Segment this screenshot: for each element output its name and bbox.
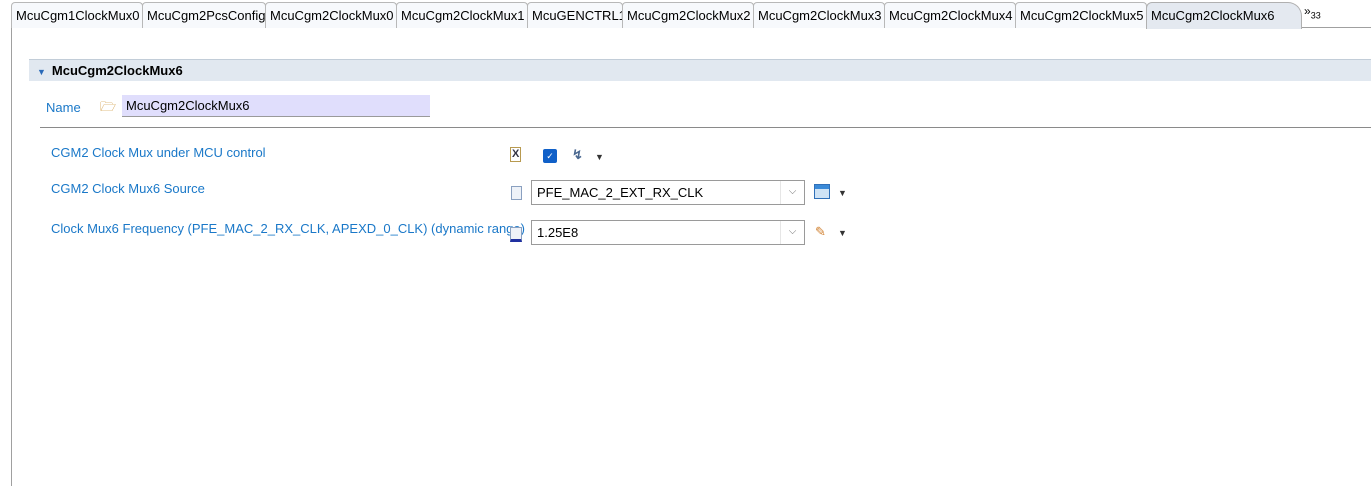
tab-mcucgm2clockmux1[interactable]: McuCgm2ClockMux1 xyxy=(396,2,528,28)
mux6-frequency-value: 1.25E8 xyxy=(537,225,579,240)
tab-mcucgm2clockmux2[interactable]: McuCgm2ClockMux2 xyxy=(622,2,754,28)
tab-mcucgm2clockmux5[interactable]: McuCgm2ClockMux5 xyxy=(1015,2,1147,28)
name-label: Name xyxy=(46,100,81,115)
tab-mcugenctrl1[interactable]: McuGENCTRL1 xyxy=(527,2,626,28)
section-header[interactable]: ▼ McuCgm2ClockMux6 xyxy=(29,59,1371,81)
tab-mcucgm2clockmux0[interactable]: McuCgm2ClockMux0 xyxy=(265,2,397,28)
section-title: McuCgm2ClockMux6 xyxy=(51,63,183,78)
dropdown-arrow-icon[interactable]: ▼ xyxy=(595,152,604,162)
tab-mcucgm2clockmux4[interactable]: McuCgm2ClockMux4 xyxy=(884,2,1016,28)
dropdown-arrow-icon[interactable]: ▼ xyxy=(838,228,847,238)
mux6-frequency-select[interactable]: 1.25E8 ⌵ xyxy=(531,220,805,245)
folder-icon: 🗁 xyxy=(100,99,117,114)
divider xyxy=(40,127,1371,128)
float-type-icon xyxy=(510,227,522,242)
field-label-mux6-frequency: Clock Mux6 Frequency (PFE_MAC_2_RX_CLK, … xyxy=(51,221,525,236)
enum-type-icon xyxy=(511,186,522,200)
tab-overflow-button[interactable]: »33 xyxy=(1304,4,1321,20)
editor-border xyxy=(11,28,12,486)
mux6-source-value: PFE_MAC_2_EXT_RX_CLK xyxy=(537,185,704,200)
chevron-icon: » xyxy=(1304,4,1311,18)
dropdown-arrow-icon[interactable]: ▼ xyxy=(838,188,847,198)
editor-tabs: McuCgm1ClockMux0 McuCgm2PcsConfig McuCgm… xyxy=(11,2,1371,29)
mcu-control-checkbox[interactable]: ✓ xyxy=(543,149,557,163)
chevron-down-icon: ⌵ xyxy=(780,181,804,204)
edit-pencil-icon[interactable]: ✎ xyxy=(815,224,826,240)
mux6-source-select[interactable]: PFE_MAC_2_EXT_RX_CLK ⌵ xyxy=(531,180,805,205)
field-label-mux-mcu-control: CGM2 Clock Mux under MCU control xyxy=(51,145,266,160)
name-input[interactable]: McuCgm2ClockMux6 xyxy=(122,95,430,117)
overflow-count: 33 xyxy=(1310,10,1321,21)
tab-mcucgm1clockmux0[interactable]: McuCgm1ClockMux0 xyxy=(11,2,143,28)
field-label-mux6-source: CGM2 Clock Mux6 Source xyxy=(51,181,205,196)
link-icon[interactable]: ↯ xyxy=(572,147,583,163)
tab-mcucgm2clockmux6[interactable]: McuCgm2ClockMux6 xyxy=(1146,2,1302,29)
chevron-down-icon: ⌵ xyxy=(780,221,804,244)
calculator-icon[interactable] xyxy=(814,184,830,199)
tab-mcucgm2pcsconfig[interactable]: McuCgm2PcsConfig xyxy=(142,2,266,28)
tab-mcucgm2clockmux3[interactable]: McuCgm2ClockMux3 xyxy=(753,2,885,28)
boolean-type-icon: X xyxy=(510,147,522,162)
collapse-triangle-icon: ▼ xyxy=(37,67,46,77)
